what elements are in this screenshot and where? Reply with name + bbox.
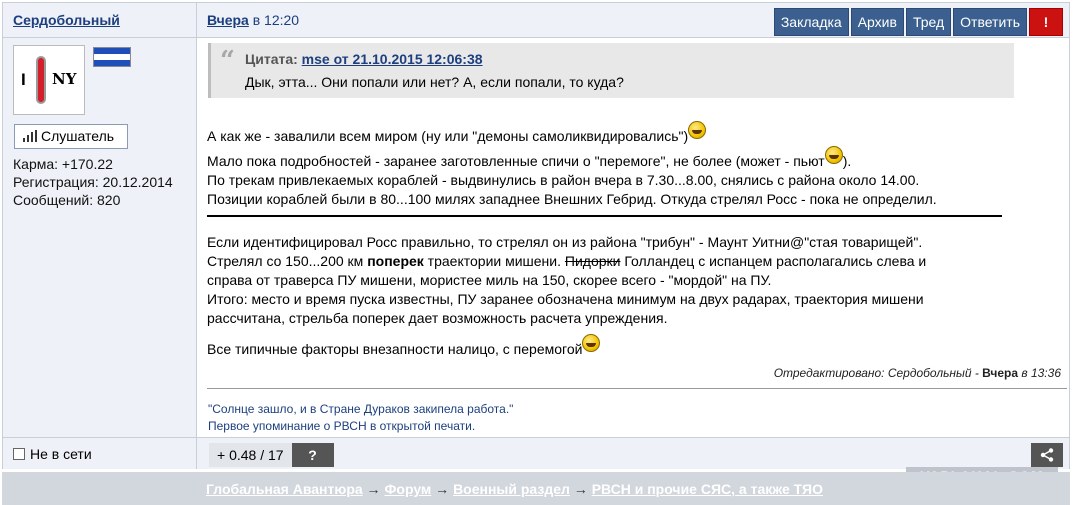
quote-label: Цитата:	[245, 51, 302, 67]
author-link[interactable]: Сердобольный	[13, 12, 120, 28]
horizontal-rule	[207, 215, 1002, 217]
body-line: Если идентифицировал Росс правильно, то …	[207, 234, 923, 250]
avatar-heart-bar	[36, 56, 46, 104]
registration-text: Регистрация: 20.12.2014	[13, 174, 173, 190]
post-date-time: в 12:20	[248, 12, 300, 28]
report-button[interactable]: !	[1029, 8, 1063, 36]
avatar-letter-i: I	[21, 70, 26, 89]
quote-header: Цитата: mse от 21.10.2015 12:06:38	[245, 51, 483, 67]
reply-button[interactable]: Ответить	[953, 8, 1027, 36]
quote-text: Дык, этта... Они попали или нет? А, если…	[245, 74, 624, 90]
breadcrumb-arrow: →	[569, 481, 592, 497]
forum-post: Сердобольный Вчера в 12:20 Закладка Архи…	[2, 2, 1070, 469]
body-text-span: Мало пока подробностей - заранее заготов…	[207, 153, 825, 169]
post-footer: Не в сети + 0.48 / 17 ?	[3, 437, 1069, 469]
quote-source-link[interactable]: mse от 21.10.2015 12:06:38	[302, 51, 483, 67]
edited-note: Отредактировано: Сердобольный - Вчера в …	[774, 366, 1061, 380]
thread-button[interactable]: Тред	[905, 8, 952, 36]
body-line: А как же - завалили всем миром (ну или "…	[207, 121, 1037, 146]
signal-bars-icon	[23, 130, 37, 142]
signature-line: Первое упоминание о РВСН в открытой печа…	[208, 419, 476, 433]
body-line: рассчитана, стрельба поперек дает возмож…	[207, 310, 668, 326]
share-icon	[1040, 448, 1054, 462]
laughing-smiley-icon	[582, 334, 601, 352]
rank-label: Слушатель	[41, 128, 115, 144]
body-line: По трекам привлекаемых кораблей - выдвин…	[207, 172, 920, 188]
user-stats: Карма: +170.22 Регистрация: 20.12.2014 С…	[13, 155, 173, 209]
body-line: Позиции кораблей были в 80...100 милях з…	[207, 191, 937, 207]
signature-line: "Солнце зашло, и в Стране Дураков закипе…	[208, 402, 514, 416]
online-status-label: Не в сети	[30, 446, 92, 462]
post-rating: + 0.48 / 17 ?	[209, 443, 334, 467]
post-date-day[interactable]: Вчера	[207, 12, 249, 28]
breadcrumb-link-military[interactable]: Военный раздел	[453, 481, 570, 497]
edited-prefix: Отредактировано: Сердобольный -	[773, 366, 983, 380]
body-text-span: А как же - завалили всем миром (ну или "…	[207, 128, 689, 144]
quote-mark-icon: “	[220, 46, 235, 76]
bookmark-button[interactable]: Закладка	[773, 8, 849, 36]
status-checkbox-icon	[13, 448, 25, 460]
breadcrumb-arrow: →	[362, 481, 385, 497]
body-text-span: ).	[842, 153, 852, 169]
breadcrumb-link-global[interactable]: Глобальная Авантюра	[206, 481, 363, 497]
body-text-span: траектории мишени.	[423, 253, 565, 269]
country-flag-icon	[93, 47, 131, 67]
rating-score: + 0.48 / 17	[209, 443, 292, 467]
post-body: А как же - завалили всем миром (ну или "…	[207, 121, 1037, 359]
header-divider	[196, 3, 197, 37]
breadcrumb: Глобальная Авантюра → Форум → Военный ра…	[206, 481, 823, 497]
body-line: Все типичные факторы внезапности налицо,…	[207, 334, 1037, 359]
footer-divider	[196, 438, 197, 469]
strikethrough-text: Пидорки	[564, 253, 621, 269]
body-line: Стрелял со 150...200 км поперек траектор…	[207, 252, 1037, 271]
share-button[interactable]	[1031, 443, 1063, 467]
body-text-span: Голландец с испанцем располагались слева…	[620, 253, 927, 269]
karma-text: Карма: +170.22	[13, 156, 113, 172]
edited-time: в 13:36	[1018, 366, 1061, 380]
bold-text: поперек	[367, 253, 424, 269]
post-header: Сердобольный Вчера в 12:20 Закладка Архи…	[3, 3, 1069, 38]
breadcrumb-arrow: →	[431, 481, 454, 497]
edited-day: Вчера	[982, 366, 1019, 380]
quote-block: “ Цитата: mse от 21.10.2015 12:06:38 Дык…	[208, 43, 1014, 98]
posts-count-text: Сообщений: 820	[13, 192, 121, 208]
body-line: справа от траверса ПУ мишени, мористее м…	[207, 272, 772, 288]
avatar[interactable]: I NY	[13, 45, 85, 115]
avatar-letters-ny: NY	[52, 70, 77, 88]
post-date: Вчера в 12:20	[207, 12, 299, 28]
archive-button[interactable]: Архив	[850, 8, 904, 36]
body-line: Мало пока подробностей - заранее заготов…	[207, 146, 1037, 171]
body-text-span: Стрелял со 150...200 км	[207, 253, 368, 269]
post-actions: Закладка Архив Тред Ответить !	[773, 8, 1063, 36]
rank-badge[interactable]: Слушатель	[14, 124, 128, 149]
body-line: Итого: место и время пуска известны, ПУ …	[207, 291, 924, 307]
signature-divider	[207, 388, 1067, 389]
breadcrumb-link-rvsn[interactable]: РВСН и прочие СЯС, а также ТЯО	[592, 481, 823, 497]
rating-help-button[interactable]: ?	[291, 443, 334, 467]
breadcrumb-bar: Глобальная Авантюра → Форум → Военный ра…	[2, 472, 1070, 505]
laughing-smiley-icon	[824, 146, 843, 164]
breadcrumb-link-forum[interactable]: Форум	[384, 481, 431, 497]
laughing-smiley-icon	[688, 121, 707, 139]
body-text-span: Все типичные факторы внезапности налицо,…	[207, 341, 583, 357]
signature: "Солнце зашло, и в Стране Дураков закипе…	[208, 401, 513, 435]
online-status: Не в сети	[13, 446, 92, 462]
